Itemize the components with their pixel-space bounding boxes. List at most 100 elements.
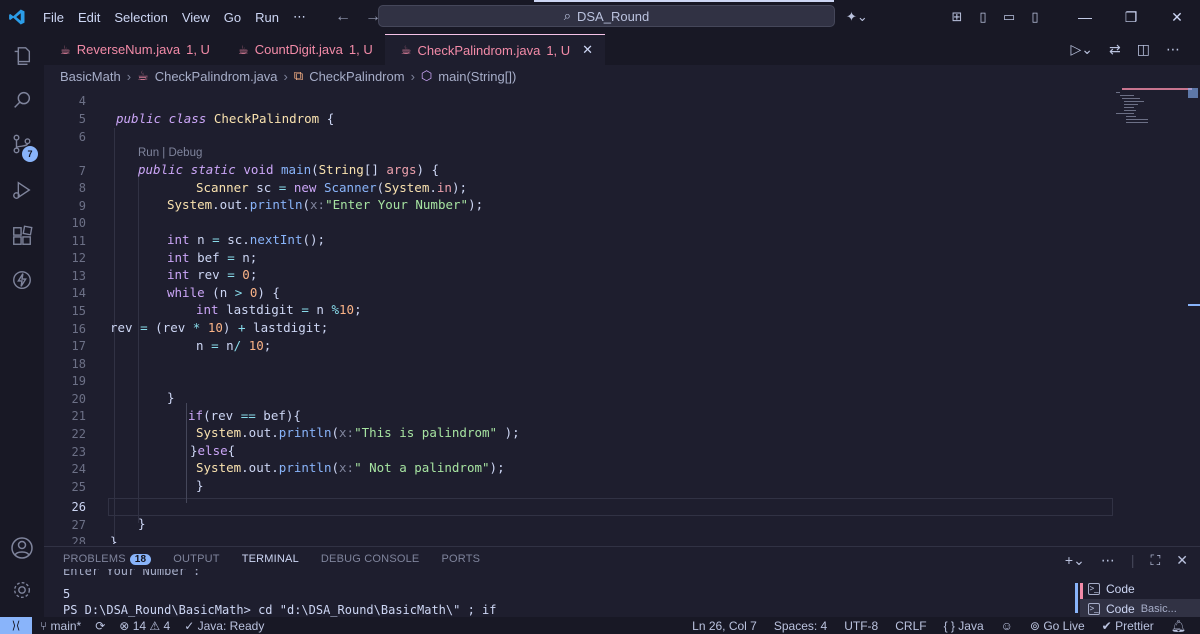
menu-selection[interactable]: Selection xyxy=(107,10,174,25)
line-number: 8 xyxy=(78,181,86,195)
line-number: 14 xyxy=(71,286,86,300)
extensions-icon[interactable] xyxy=(8,222,36,250)
code-line: n = n/ 10; xyxy=(196,338,272,353)
terminal-scrollbar[interactable] xyxy=(1075,583,1078,613)
line-number: 12 xyxy=(71,251,86,265)
tab-countdigit[interactable]: ☕ CountDigit.java 1, U xyxy=(222,34,385,65)
line-ending[interactable]: CRLF xyxy=(895,619,926,633)
menu-edit[interactable]: Edit xyxy=(71,10,107,25)
code-line: int rev = 0; xyxy=(167,267,258,282)
search-icon: ⌕ xyxy=(563,8,571,23)
menu-file[interactable]: File xyxy=(36,10,71,25)
back-arrow-icon[interactable]: ← xyxy=(335,8,351,26)
braces-icon: { } xyxy=(943,618,955,633)
terminal-name: Code xyxy=(1106,582,1135,596)
terminal-list-item[interactable]: >_ Code Basic... xyxy=(1080,599,1200,619)
codelens-run-debug[interactable]: Run | Debug xyxy=(138,147,202,159)
tab-problems[interactable]: PROBLEMS 18 xyxy=(63,553,152,565)
tab-ports[interactable]: PORTS xyxy=(441,553,480,565)
tab-reversenum[interactable]: ☕ ReverseNum.java 1, U xyxy=(44,34,222,65)
breadcrumb-folder[interactable]: BasicMath xyxy=(60,69,121,84)
copilot-status-icon[interactable]: ☺ xyxy=(1001,619,1013,633)
go-live[interactable]: ⊚ Go Live xyxy=(1030,619,1085,633)
code-line: } xyxy=(196,478,204,493)
more-actions-icon[interactable]: ⋯ xyxy=(1101,552,1115,569)
problems-count-badge: 18 xyxy=(129,554,152,565)
prettier[interactable]: ✔ Prettier xyxy=(1102,619,1154,633)
branch-name: main* xyxy=(50,618,82,633)
sync-icon[interactable]: ⟳ xyxy=(95,619,105,633)
warning-icon: ⚠ xyxy=(149,618,161,633)
terminal-name: Code xyxy=(1106,602,1135,616)
command-center-search[interactable]: ⌕ DSA_Round xyxy=(378,0,835,27)
breadcrumb-method[interactable]: main(String[]) xyxy=(438,69,516,84)
encoding[interactable]: UTF-8 xyxy=(844,619,878,633)
more-menu-icon[interactable]: ⋯ xyxy=(286,9,313,25)
method-symbol-icon: ⬡ xyxy=(420,68,433,83)
tab-terminal[interactable]: TERMINAL xyxy=(242,553,299,565)
menu-go[interactable]: Go xyxy=(217,10,248,25)
line-number: 16 xyxy=(71,322,86,336)
tab-debug-console[interactable]: DEBUG CONSOLE xyxy=(321,553,420,565)
code-content: public class CheckPalindrom { Run | Debu… xyxy=(110,88,1110,544)
toggle-sidebar-icon[interactable]: ▯ xyxy=(970,9,996,25)
minimap[interactable] xyxy=(1112,88,1200,544)
minimap-scroll-marker xyxy=(1188,88,1198,98)
code-line: }else{ xyxy=(190,443,236,458)
restore-icon[interactable]: ❐ xyxy=(1108,9,1154,26)
run-file-icon[interactable]: ▷⌄ xyxy=(1071,41,1094,58)
tab-output[interactable]: OUTPUT xyxy=(173,553,219,565)
error-count: 14 xyxy=(132,618,147,633)
code-editor[interactable]: 4 5 6 7 8 9 10 11 12 13 14 15 16 17 18 1… xyxy=(44,88,1200,544)
close-window-icon[interactable]: ✕ xyxy=(1154,9,1200,26)
toggle-secondary-sidebar-icon[interactable]: ▯ xyxy=(1022,9,1048,25)
account-icon[interactable] xyxy=(8,534,36,562)
search-sidebar-icon[interactable] xyxy=(8,86,36,114)
split-editor-icon[interactable]: ◫ xyxy=(1137,41,1150,58)
indentation[interactable]: Spaces: 4 xyxy=(774,619,827,633)
breadcrumb-file[interactable]: CheckPalindrom.java xyxy=(155,69,278,84)
more-actions-icon[interactable]: ⋯ xyxy=(1166,41,1180,58)
line-number: 24 xyxy=(71,462,86,476)
tab-checkpalindrom[interactable]: ☕ CheckPalindrom.java 1, U ✕ xyxy=(384,34,606,65)
line-number: 22 xyxy=(71,427,86,441)
code-line: if(rev == bef){ xyxy=(188,408,301,423)
code-line: int bef = n; xyxy=(167,250,258,265)
line-number-current: 26 xyxy=(71,500,86,514)
line-number-gutter: 4 5 6 7 8 9 10 11 12 13 14 15 16 17 18 1… xyxy=(44,88,86,544)
java-status[interactable]: ✓ Java: Ready xyxy=(184,619,264,633)
double-check-icon: ✔ xyxy=(1101,618,1112,633)
language-mode[interactable]: { } Java xyxy=(944,619,984,633)
minimize-icon[interactable]: — xyxy=(1062,9,1108,26)
menu-run[interactable]: Run xyxy=(248,10,286,25)
copilot-icon[interactable]: ✦⌄ xyxy=(846,9,868,25)
new-terminal-icon[interactable]: +⌄ xyxy=(1065,552,1085,569)
code-line: public static void main(String[] args) { xyxy=(138,162,440,177)
customize-layout-icon[interactable]: ⊞ xyxy=(944,9,970,25)
menu-view[interactable]: View xyxy=(175,10,217,25)
run-debug-icon[interactable] xyxy=(8,176,36,204)
close-tab-icon[interactable]: ✕ xyxy=(582,42,593,58)
manage-gear-icon[interactable] xyxy=(8,576,36,604)
code-line: public class CheckPalindrom { xyxy=(116,111,335,126)
line-number: 18 xyxy=(71,357,86,371)
line-number: 10 xyxy=(71,216,86,230)
terminal-line: 5 xyxy=(63,587,71,601)
thunder-client-icon[interactable] xyxy=(8,266,36,294)
warning-count: 4 xyxy=(163,618,171,633)
java-file-icon: ☕ xyxy=(400,43,412,57)
terminal-list-item[interactable]: >_ Code xyxy=(1080,579,1200,599)
remote-indicator-icon[interactable]: ⟩⟨ xyxy=(0,617,32,634)
explorer-icon[interactable] xyxy=(8,42,36,70)
toggle-panel-icon[interactable]: ▭ xyxy=(996,9,1022,25)
breadcrumb-class[interactable]: CheckPalindrom xyxy=(309,69,404,84)
terminal-line: Enter Your Number : xyxy=(63,569,201,577)
branch-indicator[interactable]: ⑂ main* xyxy=(40,619,81,633)
notifications-bell-icon[interactable]: 🔔︎ xyxy=(1171,619,1186,633)
title-bar: File Edit Selection View Go Run ⋯ ← → ⌕ … xyxy=(0,0,1200,34)
cursor-position[interactable]: Ln 26, Col 7 xyxy=(692,619,757,633)
compare-changes-icon[interactable]: ⇄ xyxy=(1109,41,1121,58)
maximize-panel-icon[interactable]: ⛶ xyxy=(1150,552,1160,569)
close-panel-icon[interactable]: ✕ xyxy=(1176,552,1188,569)
problems-indicator[interactable]: ⊗ 14 ⚠ 4 xyxy=(119,619,170,633)
